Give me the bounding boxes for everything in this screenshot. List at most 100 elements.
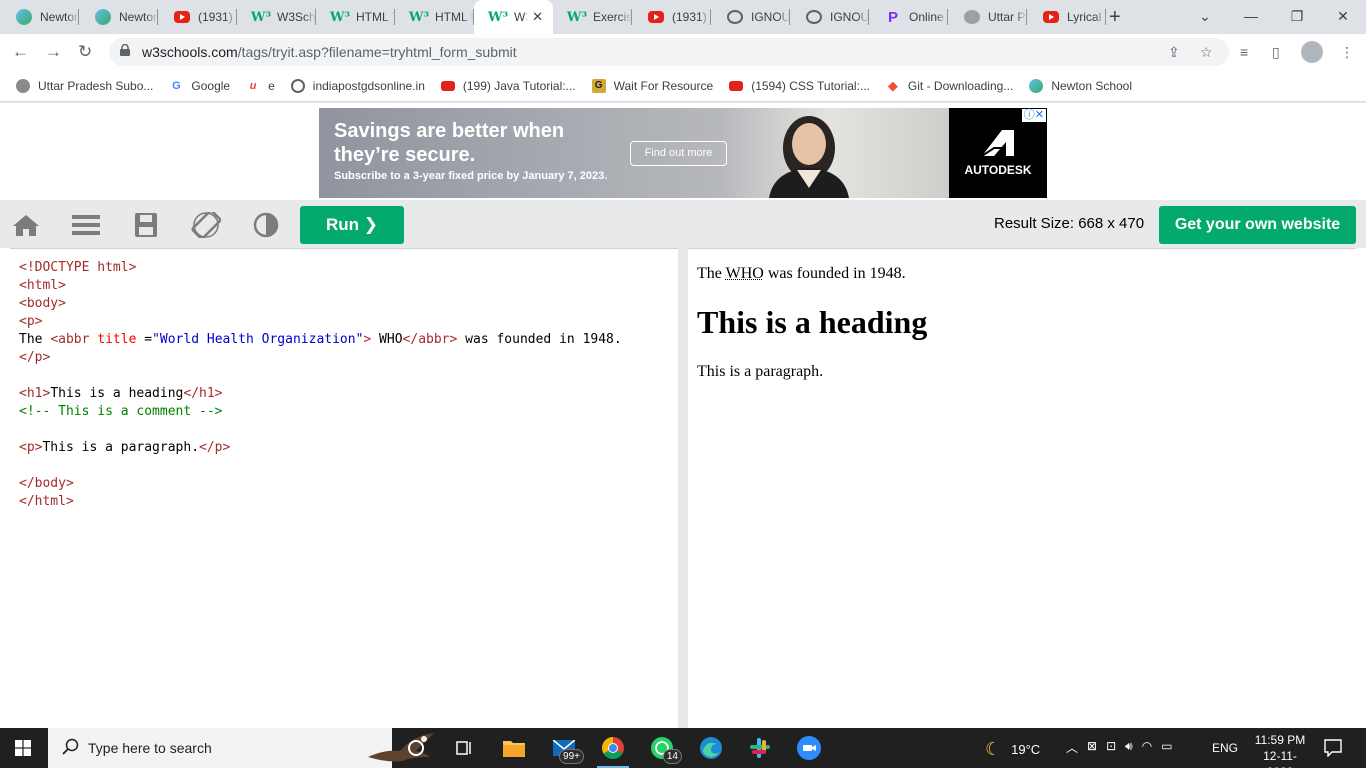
bookmark-label: (1594) CSS Tutorial:... bbox=[751, 78, 870, 93]
whatsapp-badge: 14 bbox=[662, 749, 682, 764]
bookmark-item[interactable]: Uttar Pradesh Subo... bbox=[16, 78, 153, 93]
tab-title: Uttar Pradesh bbox=[988, 10, 1027, 24]
battery-icon[interactable]: ▭ bbox=[1161, 739, 1172, 756]
save-icon[interactable] bbox=[131, 212, 161, 238]
ue-icon: u bbox=[249, 79, 257, 92]
bookmark-item[interactable]: G Wait For Resource bbox=[591, 78, 714, 93]
volume-icon[interactable]: 🔊︎ bbox=[1125, 739, 1133, 756]
tab-list: Newton School Newton School (1931) W³ W3Scho… bbox=[0, 0, 1106, 34]
profile-avatar[interactable] bbox=[1301, 41, 1323, 63]
tab-7[interactable]: W³ Exercise bbox=[553, 0, 632, 34]
tab-10[interactable]: IGNOU bbox=[790, 0, 869, 34]
rotate-orientation-icon[interactable] bbox=[191, 212, 221, 238]
panel-divider[interactable] bbox=[678, 248, 688, 728]
mail-icon[interactable]: 99+ bbox=[552, 736, 584, 764]
cortana-icon[interactable] bbox=[404, 736, 428, 760]
globe-icon bbox=[290, 78, 305, 93]
url-text[interactable]: w3schools.com/tags/tryit.asp?filename=tr… bbox=[142, 44, 517, 60]
bookmark-label: (199) Java Tutorial:... bbox=[462, 78, 576, 93]
home-icon[interactable] bbox=[11, 212, 41, 238]
code-token: "World Health Organization" bbox=[152, 332, 364, 347]
bookmark-label: Google bbox=[191, 78, 231, 93]
bookmark-item[interactable]: (1594) CSS Tutorial:... bbox=[729, 79, 870, 93]
code-token: </p> bbox=[19, 350, 51, 365]
edge-icon[interactable] bbox=[699, 736, 723, 760]
menu-icon[interactable]: ⋮ bbox=[1340, 44, 1354, 61]
bookmark-item[interactable]: indiapostgdsonline.in bbox=[290, 78, 425, 93]
new-tab-button[interactable]: + bbox=[1109, 6, 1121, 29]
bookmark-item[interactable]: (199) Java Tutorial:... bbox=[440, 78, 576, 93]
whatsapp-icon[interactable]: 14 bbox=[650, 736, 682, 764]
close-tab-icon[interactable]: ✕ bbox=[532, 9, 543, 25]
minimize-button[interactable]: — bbox=[1228, 0, 1274, 34]
newton-icon bbox=[1029, 78, 1044, 93]
globe-icon bbox=[806, 10, 822, 24]
close-window-button[interactable]: ✕ bbox=[1320, 0, 1366, 34]
bookmark-label: Git - Downloading... bbox=[907, 78, 1014, 93]
tab-4[interactable]: W³ HTML Tutorial bbox=[316, 0, 395, 34]
tab-5[interactable]: W³ HTML forms bbox=[395, 0, 474, 34]
bookmark-item[interactable]: ◆ Git - Downloading... bbox=[886, 78, 1014, 93]
bookmarks-bar: Uttar Pradesh Subo... G Google u e indiapostg… bbox=[0, 70, 1366, 102]
advertisement-banner[interactable]: Savings are better when they’re secure. … bbox=[319, 108, 1047, 198]
reading-list-icon[interactable]: ≡ bbox=[1240, 44, 1248, 60]
task-view-icon[interactable] bbox=[452, 736, 476, 760]
show-hidden-icons-icon[interactable]: ︿ bbox=[1066, 739, 1078, 756]
who-abbr[interactable]: WHO bbox=[726, 265, 764, 282]
wifi-icon[interactable]: ◠ bbox=[1142, 739, 1152, 756]
window-controls: ⌄ — ❐ ✕ bbox=[1182, 0, 1366, 34]
tab-13[interactable]: Lyrical bbox=[1027, 0, 1106, 34]
tab-title: Newton School bbox=[119, 10, 158, 24]
side-panel-icon[interactable]: ▯ bbox=[1272, 44, 1280, 61]
tab-9[interactable]: IGNOU bbox=[711, 0, 790, 34]
tab-title: IGNOU bbox=[751, 10, 790, 24]
slack-icon[interactable] bbox=[748, 736, 772, 760]
youtube-icon bbox=[440, 80, 455, 91]
bookmark-item[interactable]: G Google bbox=[169, 79, 230, 93]
address-bar[interactable]: w3schools.com/tags/tryit.asp?filename=tr… bbox=[109, 38, 1229, 66]
tab-2[interactable]: (1931) bbox=[158, 0, 237, 34]
bookmark-star-icon[interactable]: ☆ bbox=[1200, 44, 1213, 61]
code-content[interactable]: <!DOCTYPE html> <html> <body> <p> The <abbr … bbox=[19, 259, 622, 511]
browser-toolbar: ← → ↻ w3schools.com/tags/tryit.asp?filen… bbox=[0, 34, 1366, 70]
forward-button[interactable]: → bbox=[45, 42, 62, 62]
clock[interactable]: 11:59 PM 12-11-2022 bbox=[1250, 732, 1310, 768]
code-token: WHO bbox=[371, 332, 403, 347]
code-editor[interactable]: <!DOCTYPE html> <html> <body> <p> The <abbr … bbox=[10, 248, 678, 718]
tab-11[interactable]: P Online bbox=[869, 0, 948, 34]
menu-lines-icon[interactable] bbox=[71, 212, 101, 238]
zoom-icon[interactable] bbox=[797, 736, 821, 760]
bookmark-item[interactable]: Newton School bbox=[1029, 78, 1132, 93]
tab-title: (1931) bbox=[672, 10, 707, 24]
file-explorer-icon[interactable] bbox=[502, 736, 526, 760]
get-website-button[interactable]: Get your own website bbox=[1159, 206, 1356, 244]
restore-button[interactable]: ❐ bbox=[1274, 0, 1320, 34]
language-indicator[interactable]: ENG bbox=[1212, 741, 1238, 755]
weather-widget[interactable]: ☾ 19°C bbox=[985, 739, 1040, 760]
ad-close-icon[interactable]: ⓘ✕ bbox=[1021, 109, 1046, 122]
reload-button[interactable]: ↻ bbox=[78, 42, 92, 62]
tab-12[interactable]: Uttar Pradesh bbox=[948, 0, 1027, 34]
tab-1[interactable]: Newton School bbox=[79, 0, 158, 34]
windows-start-icon[interactable] bbox=[15, 740, 31, 756]
theme-toggle-icon[interactable] bbox=[251, 212, 281, 238]
ad-cta-button[interactable]: Find out more bbox=[630, 141, 727, 166]
tab-8[interactable]: (1931) bbox=[632, 0, 711, 34]
seal-icon bbox=[16, 78, 30, 93]
tab-6[interactable]: W³ W3 ✕ bbox=[474, 0, 553, 34]
run-button[interactable]: Run ❯ bbox=[300, 206, 404, 244]
tab-search-icon[interactable]: ⌄ bbox=[1182, 0, 1228, 34]
back-button[interactable]: ← bbox=[12, 42, 29, 62]
bookmark-label: Wait For Resource bbox=[613, 78, 714, 93]
tab-0[interactable]: Newton School bbox=[0, 0, 79, 34]
tryit-toolbar: Run ❯ Result Size: 668 x 470 Get your ow… bbox=[0, 200, 1366, 248]
taskbar-search-box[interactable]: Type here to search bbox=[48, 728, 434, 768]
security-icon[interactable]: ⊠ bbox=[1087, 739, 1097, 756]
notification-icon[interactable] bbox=[1324, 739, 1342, 757]
tab-3[interactable]: W³ W3Schools bbox=[237, 0, 316, 34]
url-domain: w3schools.com bbox=[142, 44, 238, 60]
bookmark-item[interactable]: ue bbox=[246, 79, 275, 93]
meet-now-icon[interactable]: ⊡ bbox=[1106, 739, 1116, 756]
share-icon[interactable]: ⇪ bbox=[1168, 44, 1180, 61]
chrome-icon[interactable] bbox=[597, 736, 629, 768]
